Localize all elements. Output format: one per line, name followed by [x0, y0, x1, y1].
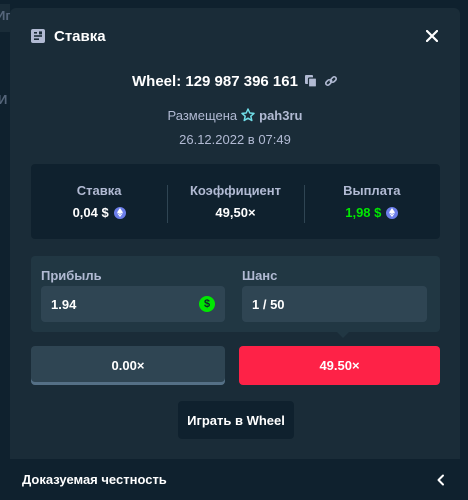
chevron-left-icon [434, 473, 448, 487]
multiplier-label: Коэффициент [189, 183, 282, 198]
modal-header: Ставка [10, 8, 460, 64]
selection-pointer [337, 332, 349, 338]
multiplier-value: 49,50× [215, 205, 256, 220]
stake-label: Ставка [76, 183, 122, 198]
payout-label: Выплата [343, 183, 401, 198]
ethereum-coin-icon [113, 206, 126, 219]
dollar-icon: $ [199, 296, 215, 312]
vip-star-icon [241, 108, 255, 122]
modal-title: Ставка [54, 27, 106, 45]
chance-field[interactable]: 1 / 50 [242, 286, 427, 322]
wheel-id-row: Wheel: 129 987 396 161 [10, 70, 460, 92]
profit-label: Прибыль [41, 268, 102, 283]
profit-chance-panel: Прибыль 1.94 $ Шанс 1 / 50 [31, 256, 440, 332]
placed-by-row: Размещена pah3ru [10, 106, 460, 124]
copy-icon[interactable] [304, 74, 318, 88]
profit-field[interactable]: 1.94 $ [41, 286, 225, 322]
stake-value-row: 0,04 $ [31, 205, 167, 220]
link-icon[interactable] [324, 74, 338, 88]
wheel-id: Wheel: 129 987 396 161 [132, 72, 298, 90]
bet-slip-icon [30, 28, 46, 44]
bet-stats: Ставка 0,04 $ Коэффициент 49,50× Выплата… [31, 164, 440, 239]
background-text: И [0, 92, 8, 107]
payout-value-row: 1,98 $ [304, 205, 440, 220]
provably-fair-label: Доказуемая честность [22, 472, 167, 487]
segment-high-button[interactable]: 49.50× [239, 346, 440, 385]
segment-low-button[interactable]: 0.00× [31, 346, 225, 385]
username-link[interactable]: pah3ru [259, 108, 302, 123]
chance-label: Шанс [242, 268, 278, 283]
bet-date: 26.12.2022 в 07:49 [179, 132, 291, 147]
play-wheel-button[interactable]: Играть в Wheel [178, 401, 294, 439]
ethereum-coin-icon [386, 206, 399, 219]
close-icon[interactable] [422, 26, 442, 46]
stake-stat: Ставка 0,04 $ [31, 183, 167, 220]
chance-value: 1 / 50 [252, 296, 285, 312]
multiplier-stat: Коэффициент 49,50× [167, 183, 303, 223]
payout-stat: Выплата 1,98 $ [303, 183, 440, 223]
bet-modal: Ставка Wheel: 129 987 396 161 Размещена … [10, 8, 460, 500]
payout-value: 1,98 $ [345, 205, 382, 220]
provably-fair-toggle[interactable]: Доказуемая честность [10, 459, 460, 500]
placed-label: Размещена [167, 107, 238, 123]
profit-value: 1.94 [51, 296, 77, 312]
stake-value: 0,04 $ [72, 205, 109, 220]
